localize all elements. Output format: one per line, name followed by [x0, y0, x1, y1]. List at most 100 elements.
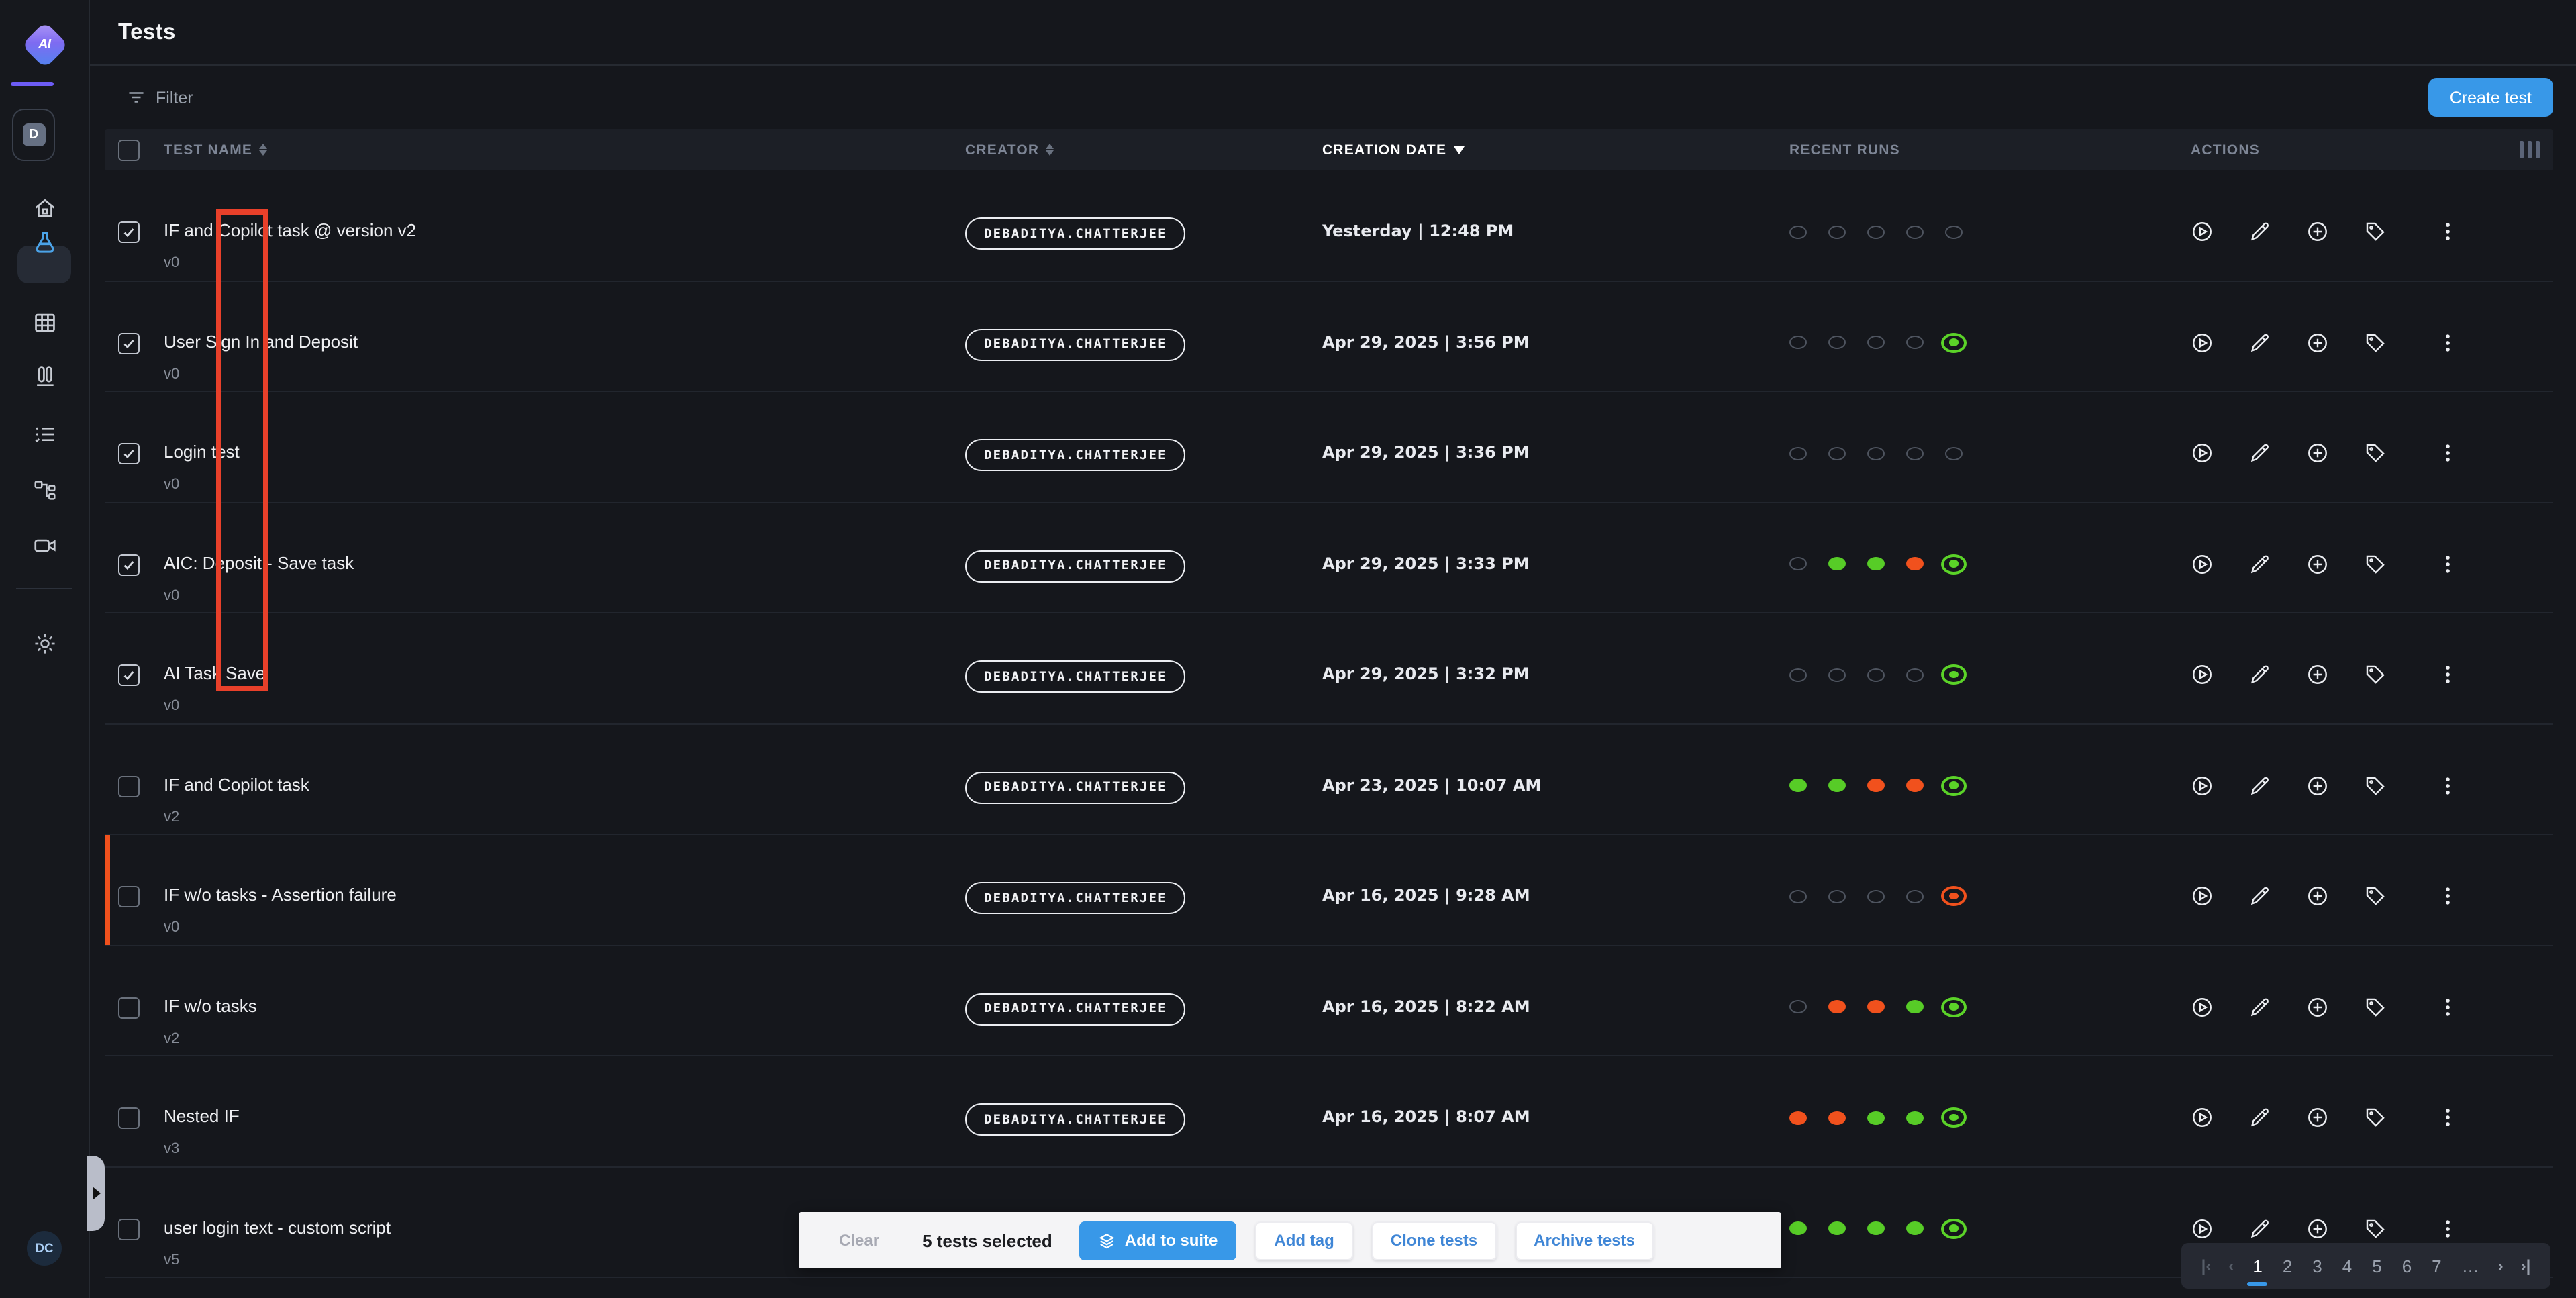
test-name-link[interactable]: AI Task Save: [164, 662, 965, 686]
archive-tests-button[interactable]: Archive tests: [1515, 1221, 1654, 1260]
column-header-creator[interactable]: CREATOR: [965, 142, 1322, 158]
play-run-icon[interactable]: [2191, 663, 2214, 686]
clone-tests-button[interactable]: Clone tests: [1372, 1221, 1496, 1260]
play-run-icon[interactable]: [2191, 885, 2214, 907]
add-plus-icon[interactable]: [2306, 1217, 2329, 1240]
test-name-link[interactable]: Nested IF: [164, 1105, 965, 1129]
play-run-icon[interactable]: [2191, 220, 2214, 243]
tag-icon[interactable]: [2364, 885, 2387, 907]
row-checkbox[interactable]: [118, 664, 140, 686]
test-name-link[interactable]: IF and Copilot task: [164, 772, 965, 797]
add-plus-icon[interactable]: [2306, 663, 2329, 686]
page-button-5[interactable]: 5: [2371, 1256, 2383, 1276]
row-checkbox[interactable]: [118, 997, 140, 1018]
test-name-link[interactable]: Login test: [164, 440, 965, 464]
page-button-7[interactable]: 7: [2430, 1256, 2442, 1276]
select-all-checkbox[interactable]: [118, 139, 140, 160]
tag-icon[interactable]: [2364, 220, 2387, 243]
row-checkbox[interactable]: [118, 554, 140, 575]
tag-icon[interactable]: [2364, 442, 2387, 464]
add-plus-icon[interactable]: [2306, 552, 2329, 575]
page-button-3[interactable]: 3: [2311, 1256, 2323, 1276]
sidebar-item-workflows[interactable]: [0, 478, 89, 503]
play-run-icon[interactable]: [2191, 552, 2214, 575]
previous-page-button[interactable]: ‹: [2228, 1256, 2234, 1275]
test-name-link[interactable]: AIC: Deposit - Save task: [164, 551, 965, 575]
kebab-menu-icon[interactable]: [2436, 1106, 2459, 1129]
edit-pencil-icon[interactable]: [2248, 995, 2271, 1018]
sidebar-item-tests[interactable]: [0, 230, 89, 255]
row-checkbox[interactable]: [118, 775, 140, 797]
user-avatar[interactable]: DC: [27, 1231, 62, 1266]
page-button-1[interactable]: 1: [2251, 1256, 2263, 1276]
clear-selection-button[interactable]: Clear: [839, 1231, 879, 1250]
sidebar-item-recordings[interactable]: [0, 533, 89, 558]
column-header-test-name[interactable]: TEST NAME: [164, 142, 965, 158]
tag-icon[interactable]: [2364, 1106, 2387, 1129]
play-run-icon[interactable]: [2191, 995, 2214, 1018]
sidebar-item-test-data[interactable]: [0, 364, 89, 389]
edit-pencil-icon[interactable]: [2248, 774, 2271, 797]
page-button-4[interactable]: 4: [2341, 1256, 2353, 1276]
sidebar-item-settings[interactable]: [0, 631, 89, 656]
row-checkbox[interactable]: [118, 443, 140, 464]
page-button-6[interactable]: 6: [2401, 1256, 2413, 1276]
add-tag-button[interactable]: Add tag: [1255, 1221, 1352, 1260]
column-header-creation-date[interactable]: CREATION DATE: [1322, 142, 1789, 158]
play-run-icon[interactable]: [2191, 1106, 2214, 1129]
play-run-icon[interactable]: [2191, 442, 2214, 464]
tag-icon[interactable]: [2364, 774, 2387, 797]
edit-pencil-icon[interactable]: [2248, 885, 2271, 907]
edit-pencil-icon[interactable]: [2248, 663, 2271, 686]
row-checkbox[interactable]: [118, 1218, 140, 1240]
last-page-button[interactable]: ›|: [2521, 1256, 2531, 1275]
kebab-menu-icon[interactable]: [2436, 552, 2459, 575]
edit-pencil-icon[interactable]: [2248, 331, 2271, 354]
sidebar-item-checklist[interactable]: [0, 421, 89, 447]
play-run-icon[interactable]: [2191, 331, 2214, 354]
kebab-menu-icon[interactable]: [2436, 885, 2459, 907]
row-checkbox[interactable]: [118, 221, 140, 243]
kebab-menu-icon[interactable]: [2436, 1217, 2459, 1240]
add-plus-icon[interactable]: [2306, 331, 2329, 354]
edit-pencil-icon[interactable]: [2248, 552, 2271, 575]
row-checkbox[interactable]: [118, 332, 140, 354]
add-to-suite-button[interactable]: Add to suite: [1079, 1221, 1237, 1260]
kebab-menu-icon[interactable]: [2436, 995, 2459, 1018]
next-page-button[interactable]: ›: [2498, 1256, 2504, 1275]
tag-icon[interactable]: [2364, 331, 2387, 354]
edit-pencil-icon[interactable]: [2248, 1106, 2271, 1129]
tag-icon[interactable]: [2364, 995, 2387, 1018]
kebab-menu-icon[interactable]: [2436, 442, 2459, 464]
test-name-link[interactable]: IF w/o tasks: [164, 994, 965, 1018]
test-name-link[interactable]: User Sign In and Deposit: [164, 330, 965, 354]
expand-sidebar-handle[interactable]: [87, 1156, 105, 1231]
add-plus-icon[interactable]: [2306, 774, 2329, 797]
add-plus-icon[interactable]: [2306, 1106, 2329, 1129]
first-page-button[interactable]: |‹: [2201, 1256, 2212, 1275]
sidebar-item-results[interactable]: [0, 310, 89, 336]
kebab-menu-icon[interactable]: [2436, 663, 2459, 686]
test-name-link[interactable]: IF and Copilot task @ version v2: [164, 219, 965, 243]
tag-icon[interactable]: [2364, 1217, 2387, 1240]
tag-icon[interactable]: [2364, 663, 2387, 686]
add-plus-icon[interactable]: [2306, 885, 2329, 907]
play-run-icon[interactable]: [2191, 774, 2214, 797]
sidebar-item-home[interactable]: [0, 196, 89, 221]
play-run-icon[interactable]: [2191, 1217, 2214, 1240]
add-plus-icon[interactable]: [2306, 995, 2329, 1018]
row-checkbox[interactable]: [118, 1107, 140, 1129]
kebab-menu-icon[interactable]: [2436, 331, 2459, 354]
column-settings-icon[interactable]: [2519, 141, 2540, 158]
kebab-menu-icon[interactable]: [2436, 774, 2459, 797]
edit-pencil-icon[interactable]: [2248, 442, 2271, 464]
create-test-button[interactable]: Create test: [2428, 78, 2553, 117]
tag-icon[interactable]: [2364, 552, 2387, 575]
test-name-link[interactable]: IF w/o tasks - Assertion failure: [164, 883, 965, 907]
filter-button[interactable]: Filter: [128, 88, 193, 107]
workspace-switcher[interactable]: D: [12, 109, 55, 161]
edit-pencil-icon[interactable]: [2248, 1217, 2271, 1240]
kebab-menu-icon[interactable]: [2436, 220, 2459, 243]
edit-pencil-icon[interactable]: [2248, 220, 2271, 243]
row-checkbox[interactable]: [118, 886, 140, 907]
